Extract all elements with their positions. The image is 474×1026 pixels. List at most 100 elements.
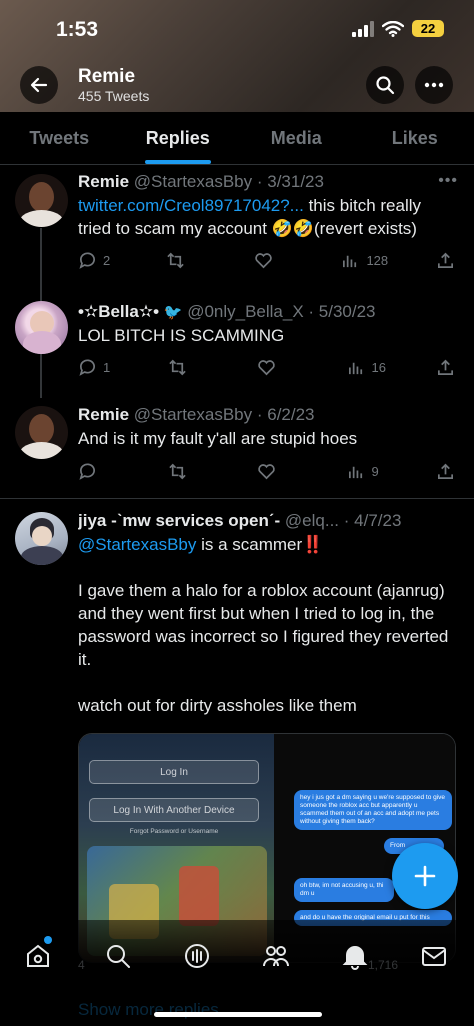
views-button[interactable]: 128: [341, 251, 388, 270]
view-count: 128: [366, 252, 389, 268]
heart-icon: [258, 359, 275, 375]
profile-topbar: Remie 455 Tweets: [0, 58, 474, 112]
forgot-password-link: Forgot Password or Username: [129, 828, 219, 835]
tweet-author-name[interactable]: jiya -ˋmw services openˊ-: [78, 511, 280, 530]
views-chart-icon: [348, 362, 362, 374]
heart-icon: [254, 252, 272, 268]
nav-messages[interactable]: [416, 938, 452, 974]
compose-tweet-button[interactable]: [392, 843, 458, 909]
search-button[interactable]: [366, 66, 404, 104]
retweet-icon: [168, 463, 186, 479]
tweet-author-name[interactable]: Remie: [78, 405, 129, 424]
tweet-author-handle[interactable]: @StartexasBby: [134, 405, 252, 424]
communities-icon: [263, 946, 289, 967]
share-button[interactable]: [436, 251, 456, 270]
avatar[interactable]: [15, 301, 68, 354]
status-icons: 22: [352, 20, 444, 37]
arrow-left-icon: [30, 77, 48, 93]
login-other-device-button: Log In With Another Device: [89, 798, 259, 822]
heart-icon: [258, 463, 275, 479]
back-button[interactable]: [20, 66, 58, 104]
home-indicator: [154, 1012, 322, 1017]
plus-icon: [414, 865, 436, 887]
show-more-replies[interactable]: Show more replies: [78, 1000, 219, 1020]
status-bar: 1:53 22: [0, 0, 474, 60]
reply-button[interactable]: 1: [78, 358, 118, 377]
tweet-text: watch out for dirty assholes like them: [78, 696, 357, 715]
retweet-icon: [168, 359, 186, 375]
tweet-actions: 9: [78, 460, 456, 482]
reply-icon: [79, 462, 95, 480]
bird-icon: 🐦: [163, 304, 183, 321]
tweet-author-handle[interactable]: @StartexasBby: [134, 172, 252, 191]
avatar[interactable]: [15, 406, 68, 459]
login-button: Log In: [89, 760, 259, 784]
views-chart-icon: [348, 466, 362, 478]
tweet-author-name[interactable]: Remie: [78, 172, 129, 191]
tab-likes[interactable]: Likes: [356, 112, 474, 164]
tweet-actions: 1 16: [78, 356, 456, 378]
ghost-reply-count: 4: [78, 958, 85, 972]
tweet-mention[interactable]: @StartexasBby: [78, 535, 196, 554]
like-button[interactable]: [254, 251, 294, 270]
tweet-date: 5/30/23: [318, 302, 376, 321]
nav-search[interactable]: [100, 938, 136, 974]
avatar[interactable]: [15, 174, 68, 227]
tweet-count: 455 Tweets: [78, 88, 150, 104]
retweet-button[interactable]: [168, 358, 208, 377]
share-button[interactable]: [436, 462, 456, 481]
status-time: 1:53: [56, 18, 99, 41]
tab-tweets[interactable]: Tweets: [0, 112, 119, 164]
reply-count: 1: [103, 359, 111, 375]
like-button[interactable]: [257, 358, 297, 377]
tweet-divider: [0, 498, 474, 499]
reply-button[interactable]: [78, 462, 118, 481]
reply-count: 2: [103, 252, 111, 268]
view-count: 9: [371, 463, 379, 479]
tweet-text: LOL BITCH IS SCAMMING: [78, 326, 285, 345]
share-icon: [437, 359, 454, 375]
more-options-button[interactable]: [415, 66, 453, 104]
nav-spaces[interactable]: [179, 938, 215, 974]
share-button[interactable]: [436, 358, 456, 377]
message-bubble: hey i jus got a dm saying u we're suppos…: [294, 790, 452, 830]
views-button[interactable]: 16: [347, 358, 387, 377]
nav-communities[interactable]: [258, 938, 294, 974]
signal-icon: [352, 20, 374, 37]
reply-button[interactable]: 2: [78, 251, 118, 270]
tweet-more-button[interactable]: •••: [438, 172, 458, 190]
tweet-date: 3/31/23: [267, 172, 324, 191]
nav-notifications[interactable]: [337, 938, 373, 974]
reply-icon: [79, 358, 95, 376]
tab-media[interactable]: Media: [237, 112, 356, 164]
view-count: 16: [371, 359, 386, 375]
reply-icon: [79, 251, 95, 269]
tweet-author-handle[interactable]: @elq...: [285, 511, 339, 530]
tweet[interactable]: Remie @StartexasBby · 6/2/23 And is it m…: [0, 404, 474, 496]
envelope-icon: [422, 947, 446, 966]
search-icon: [107, 945, 130, 968]
share-icon: [437, 463, 454, 479]
tweet[interactable]: Remie @StartexasBby · 3/31/23 twitter.co…: [0, 170, 474, 280]
search-icon: [376, 76, 395, 95]
retweet-button[interactable]: [168, 462, 208, 481]
tweet-author-name[interactable]: •✫Bella✫•: [78, 302, 159, 321]
profile-name: Remie: [78, 66, 136, 87]
tweet-text: I gave them a halo for a roblox account …: [78, 581, 449, 669]
message-bubble: oh btw, im not accusing u, thi dm u: [294, 878, 394, 902]
avatar[interactable]: [15, 512, 68, 565]
profile-tabs: Tweets Replies Media Likes: [0, 112, 474, 165]
views-button[interactable]: 9: [347, 462, 387, 481]
tab-replies[interactable]: Replies: [119, 112, 238, 164]
spaces-icon: [185, 944, 209, 968]
tweet-date: 6/2/23: [267, 405, 315, 424]
tweet-link[interactable]: twitter.com/Creol89717042?...: [78, 196, 304, 215]
nav-home[interactable]: [20, 938, 56, 974]
tweet[interactable]: •✫Bella✫• 🐦 @0nly_Bella_X · 5/30/23 LOL …: [0, 300, 474, 390]
like-button[interactable]: [257, 462, 297, 481]
tweet-author-handle[interactable]: @0nly_Bella_X: [187, 302, 304, 321]
tweet-text: And is it my fault y'all are stupid hoes: [78, 429, 358, 448]
retweet-icon: [167, 252, 184, 268]
retweet-button[interactable]: [166, 251, 206, 270]
tweet-date: 4/7/23: [354, 511, 402, 530]
